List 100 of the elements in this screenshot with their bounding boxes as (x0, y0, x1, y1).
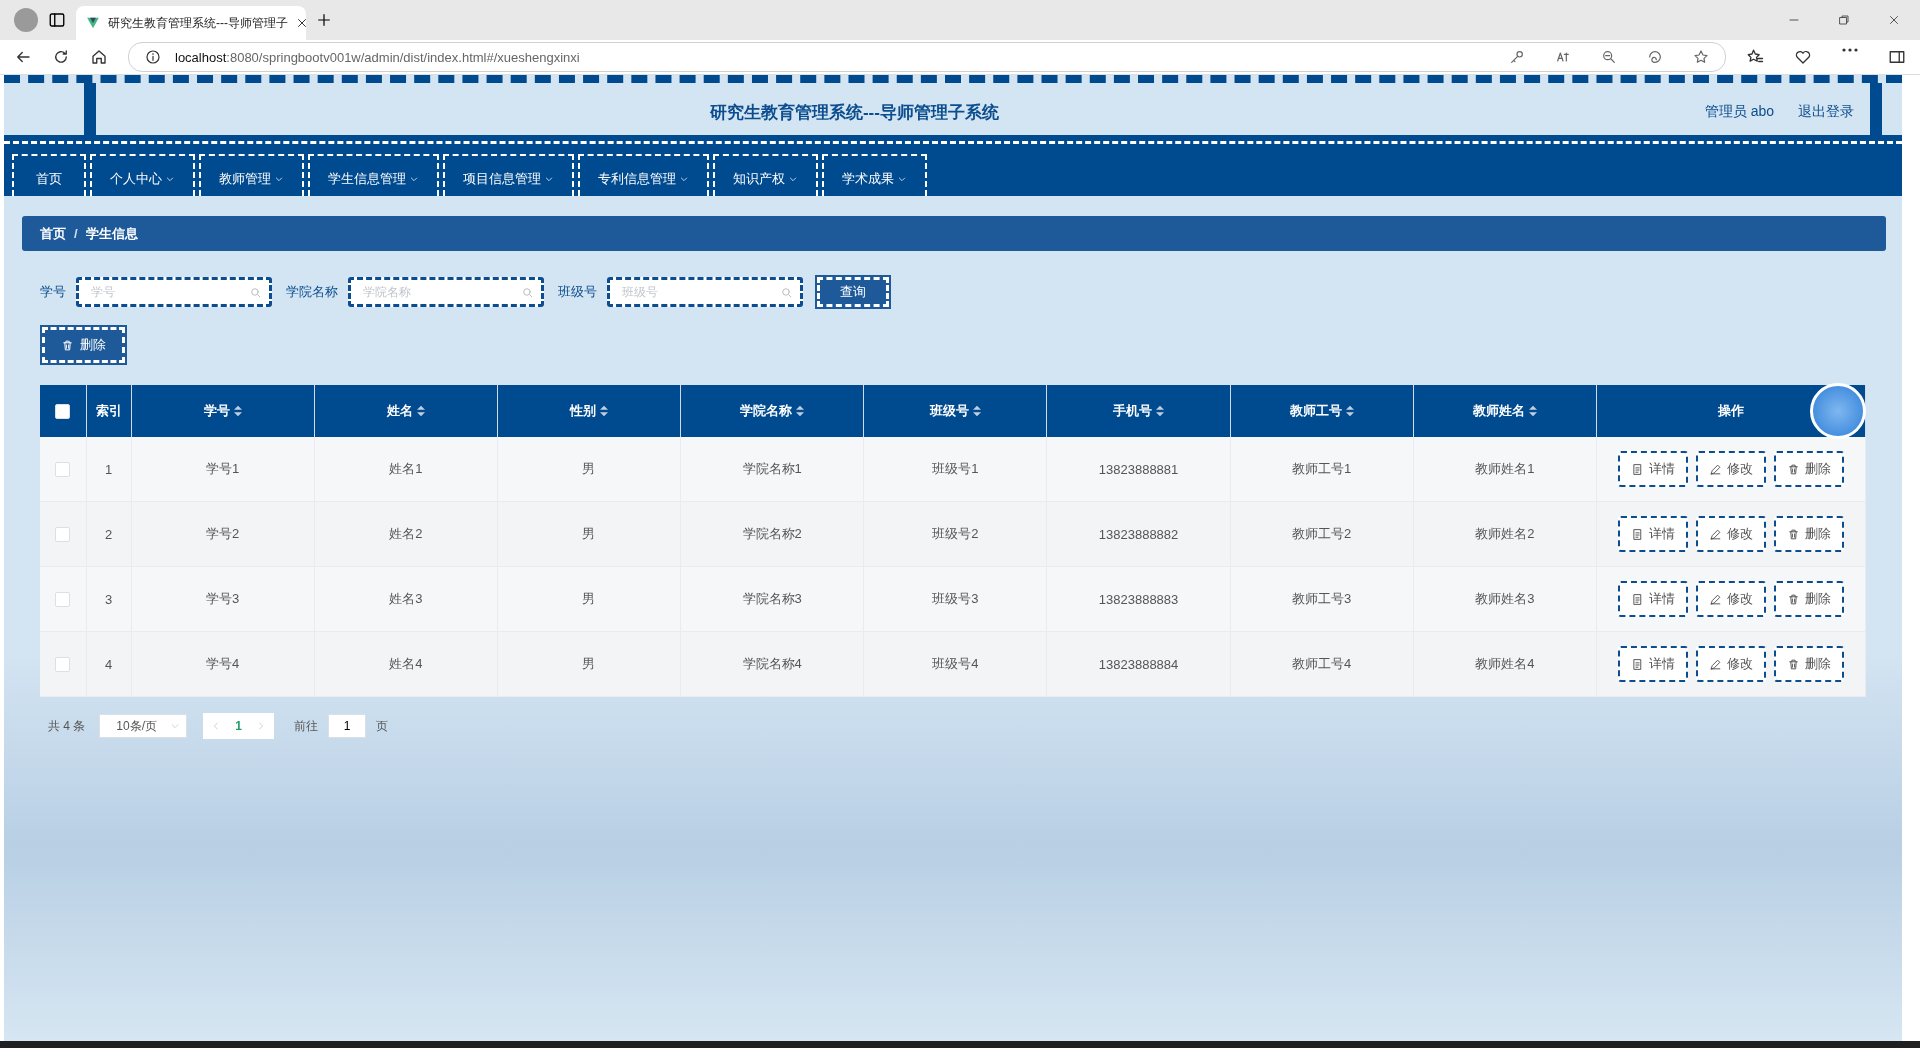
delete-button[interactable]: 删除 (1774, 581, 1844, 617)
table-cell: 班级号2 (932, 526, 979, 541)
delete-button[interactable]: 删除 (1774, 451, 1844, 487)
nav-menu-item[interactable]: 教师管理 (199, 154, 304, 196)
row-checkbox[interactable] (55, 527, 71, 543)
column-header[interactable]: 手机号 (1113, 402, 1153, 420)
column-header[interactable]: 学院名称 (740, 402, 793, 420)
table-cell: 教师姓名4 (1475, 656, 1535, 671)
nav-menu-item[interactable]: 知识产权 (713, 154, 818, 196)
pencil-icon (1709, 527, 1722, 541)
sort-icon[interactable] (1345, 405, 1354, 417)
table-cell: 姓名2 (389, 526, 423, 541)
trash-icon (1787, 462, 1800, 476)
column-header: 索引 (95, 402, 122, 420)
table-cell: 13823888884 (1098, 656, 1179, 672)
key-icon (1509, 49, 1525, 65)
document-icon (1631, 592, 1644, 606)
column-header[interactable]: 性别 (569, 402, 596, 420)
heart-icon (1794, 48, 1812, 66)
sort-icon[interactable] (1156, 405, 1165, 417)
url-text: localhost:8080/springbootv001w/admin/dist/index.html#/xueshengxinxi (175, 49, 580, 65)
goto-page-field[interactable]: 1 (328, 714, 367, 738)
swirl-icon (1647, 49, 1663, 65)
nav-menu-item[interactable]: 专利信息管理 (578, 154, 709, 196)
table-cell: 教师工号4 (1292, 656, 1352, 671)
table-cell: 姓名4 (389, 656, 423, 671)
table-cell: 学院名称2 (742, 526, 802, 541)
delete-button[interactable]: 删除 (1774, 646, 1844, 682)
edit-button[interactable]: 修改 (1696, 516, 1766, 552)
delete-button[interactable]: 删除 (1774, 516, 1844, 552)
sort-icon[interactable] (233, 405, 242, 417)
edit-button[interactable]: 修改 (1696, 646, 1766, 682)
table-cell: 教师工号3 (1292, 591, 1352, 606)
table-cell: 姓名1 (389, 461, 423, 476)
page-size-select[interactable]: 10条/页 (99, 714, 188, 738)
nav-menu-item[interactable]: 项目信息管理 (443, 154, 574, 196)
browser-tab[interactable]: 研究生教育管理系统---导师管理子 (76, 6, 306, 40)
detail-button[interactable]: 详情 (1618, 581, 1688, 617)
nav-menu-item[interactable]: 学生信息管理 (308, 154, 439, 196)
sort-icon[interactable] (972, 405, 981, 417)
table-cell: 3 (104, 591, 113, 607)
system-title: 研究生教育管理系统---导师管理子系统 (708, 101, 1000, 124)
sort-icon[interactable] (1528, 405, 1537, 417)
breadcrumb-separator: / (74, 226, 78, 241)
row-checkbox[interactable] (55, 592, 71, 608)
column-header[interactable]: 学号 (203, 402, 230, 420)
plus-icon (316, 12, 332, 28)
chevron-down-icon (170, 721, 181, 731)
document-icon (1631, 462, 1644, 476)
search-icon (521, 286, 534, 299)
nav-menu-item[interactable]: 个人中心 (90, 154, 195, 196)
edit-button[interactable]: 修改 (1696, 581, 1766, 617)
search-field[interactable]: 班级号 (607, 277, 803, 307)
delete-button[interactable]: 删除 (42, 327, 125, 363)
query-button[interactable]: 查询 (817, 277, 889, 307)
search-field[interactable]: 学院名称 (348, 277, 544, 307)
search-field[interactable]: 学号 (76, 277, 272, 307)
sort-icon[interactable] (796, 405, 805, 417)
select-all-checkbox[interactable] (55, 404, 71, 420)
table-cell: 教师姓名3 (1475, 591, 1535, 606)
breadcrumb-item[interactable]: 学生信息 (85, 224, 138, 243)
table-cell: 学号2 (205, 526, 240, 541)
column-header[interactable]: 姓名 (386, 402, 413, 420)
detail-button[interactable]: 详情 (1618, 516, 1688, 552)
tab-title: 研究生教育管理系统---导师管理子 (108, 14, 288, 32)
table-cell: 男 (582, 526, 596, 541)
table-cell: 学号1 (205, 461, 240, 476)
edit-button[interactable]: 修改 (1696, 451, 1766, 487)
page-number[interactable]: 1 (229, 719, 249, 733)
table-cell: 教师工号2 (1292, 526, 1352, 541)
logout-link[interactable]: 退出登录 (1798, 103, 1854, 121)
sort-icon[interactable] (416, 405, 425, 417)
table-cell: 班级号4 (932, 656, 979, 671)
nav-menu-item[interactable]: 学术成果 (822, 154, 927, 196)
pencil-icon (1709, 657, 1722, 671)
star-icon (1693, 49, 1709, 65)
column-header[interactable]: 教师姓名 (1472, 402, 1525, 420)
detail-button[interactable]: 详情 (1618, 451, 1688, 487)
breadcrumb-item[interactable]: 首页 (40, 224, 66, 243)
row-checkbox[interactable] (55, 462, 71, 478)
document-icon (1631, 527, 1644, 541)
table-cell: 班级号3 (932, 591, 979, 606)
detail-button[interactable]: 详情 (1618, 646, 1688, 682)
address-bar[interactable]: localhost:8080/springbootv001w/admin/dist/index.html#/xueshengxinxi (128, 42, 1726, 72)
close-icon (1888, 14, 1900, 26)
column-header[interactable]: 班级号 (929, 402, 969, 420)
info-icon (145, 49, 161, 65)
table-cell: 4 (104, 656, 113, 672)
nav-menu-item[interactable]: 首页 (12, 154, 86, 196)
v-logo-icon (86, 16, 100, 30)
total-count: 共 4 条 (48, 717, 86, 735)
row-checkbox[interactable] (55, 657, 71, 673)
column-header: 操作 (1718, 402, 1744, 420)
table-cell: 教师工号1 (1292, 461, 1352, 476)
trash-icon (1787, 657, 1800, 671)
document-icon (1631, 657, 1644, 671)
column-header[interactable]: 教师工号 (1289, 402, 1342, 420)
sort-icon[interactable] (599, 405, 608, 417)
table-cell: 男 (582, 591, 596, 606)
sidebar-icon (1888, 48, 1906, 66)
